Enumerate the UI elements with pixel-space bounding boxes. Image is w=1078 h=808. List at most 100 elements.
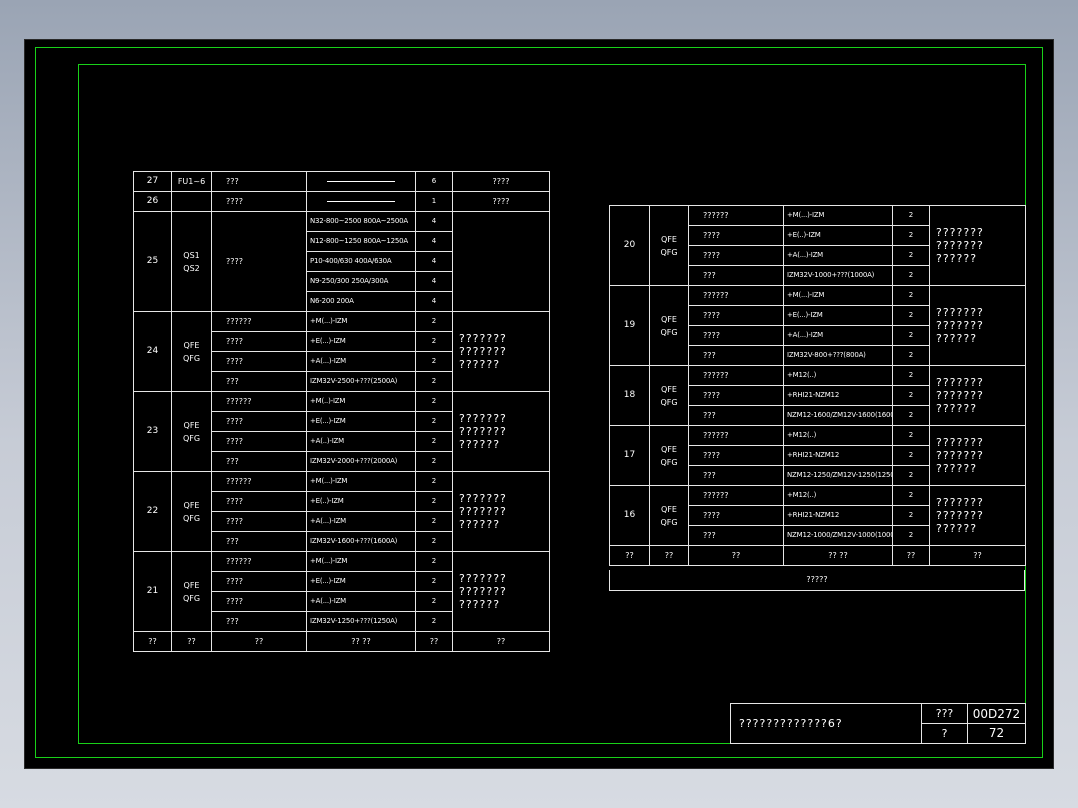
item-code: QFE bbox=[183, 420, 200, 430]
item-name: ???? bbox=[688, 385, 784, 406]
item-model: +E(..)-IZM bbox=[783, 225, 893, 246]
item-quantity: 2 bbox=[415, 331, 453, 352]
item-code bbox=[171, 191, 212, 212]
item-name: ???? bbox=[688, 445, 784, 466]
item-quantity: 4 bbox=[415, 271, 453, 292]
item-model: +A(...)-IZM bbox=[783, 325, 893, 346]
item-note: ???????????????????? bbox=[452, 391, 550, 472]
table-row: 22 QFE QFG?????? +M(...)-IZM 2??????????????… bbox=[133, 471, 550, 552]
item-codes: QFE QFG bbox=[171, 391, 212, 472]
item-name: ???? bbox=[211, 191, 307, 212]
item-code: QFG bbox=[182, 433, 201, 443]
item-name: ??? bbox=[688, 525, 784, 546]
item-code: FU1~6 bbox=[171, 171, 212, 192]
item-code: QFE bbox=[661, 384, 677, 394]
item-quantity: 4 bbox=[415, 211, 453, 232]
column-header: ?? bbox=[609, 545, 650, 566]
column-header: ?? bbox=[688, 545, 784, 566]
item-model bbox=[306, 191, 416, 212]
note-line: ??????? bbox=[936, 376, 984, 389]
item-quantity: 2 bbox=[892, 285, 930, 306]
note-line: ??????? bbox=[936, 226, 984, 239]
parts-table-right: 20 QFE QFG?????? +M(...)-IZM 2??????????????… bbox=[609, 205, 1026, 566]
note-line: ??????? bbox=[936, 509, 984, 522]
item-note: ???? bbox=[452, 191, 550, 212]
item-model: +M(...)-IZM bbox=[783, 285, 893, 306]
parts-table-left: 27 FU1~6??? 6???? 26???? 1???? 25 QS1 QS2???? N3… bbox=[133, 171, 550, 652]
item-code: QFG bbox=[660, 517, 678, 527]
table-header-row: ???????? ?????? bbox=[133, 631, 550, 652]
note-line: ?????? bbox=[936, 462, 978, 475]
item-codes: QFE QFG bbox=[649, 365, 689, 426]
item-code: QFE bbox=[661, 504, 677, 514]
item-name: ???? bbox=[688, 325, 784, 346]
item-number: 20 bbox=[609, 205, 650, 286]
item-name: ?????? bbox=[688, 425, 784, 446]
note-line: ??????? bbox=[459, 572, 507, 585]
item-quantity: 4 bbox=[415, 251, 453, 272]
item-number: 25 bbox=[133, 211, 172, 312]
item-number: 22 bbox=[133, 471, 172, 552]
item-quantity: 4 bbox=[415, 231, 453, 252]
item-number: 17 bbox=[609, 425, 650, 486]
item-code: QFE bbox=[183, 580, 200, 590]
drawing-canvas: 27 FU1~6??? 6???? 26???? 1???? 25 QS1 QS2???? N3… bbox=[25, 40, 1053, 768]
item-name: ??? bbox=[688, 265, 784, 286]
item-model: +A(..)-IZM bbox=[306, 431, 416, 452]
item-model: NZM12-1250/ZM12V-1250(1250A) bbox=[783, 465, 893, 486]
item-model: +E(...)-IZM bbox=[306, 411, 416, 432]
title-block: ?????????????6? ??? 00D272 ? 72 bbox=[730, 703, 1026, 744]
item-quantity: 2 bbox=[415, 351, 453, 372]
item-note: ???????????????????? bbox=[929, 485, 1026, 546]
item-name: ?????? bbox=[688, 365, 784, 386]
item-quantity: 2 bbox=[892, 305, 930, 326]
item-model: N9-250/300 250A/300A bbox=[306, 271, 416, 292]
item-model: +RHI21-NZM12 bbox=[783, 385, 893, 406]
item-quantity: 2 bbox=[892, 405, 930, 426]
note-line: ??????? bbox=[459, 425, 507, 438]
note-line: ??????? bbox=[936, 389, 984, 402]
item-quantity: 1 bbox=[415, 191, 453, 212]
note-line: ??????? bbox=[936, 496, 984, 509]
table-header-row: ???????? ?????? bbox=[609, 545, 1026, 566]
item-quantity: 2 bbox=[892, 225, 930, 246]
item-name: ??? bbox=[211, 371, 307, 392]
column-header: ?? bbox=[211, 631, 307, 652]
note-line: ??????? bbox=[459, 412, 507, 425]
item-model: +M12(..) bbox=[783, 485, 893, 506]
item-name: ??? bbox=[211, 451, 307, 472]
item-code: QS1 bbox=[183, 250, 200, 260]
item-note: ???????????????????? bbox=[452, 311, 550, 392]
item-name: ?????? bbox=[688, 485, 784, 506]
drawing-number: 00D272 bbox=[967, 704, 1025, 724]
item-model: +A(...)-IZM bbox=[783, 245, 893, 266]
item-name: ???? bbox=[211, 411, 307, 432]
note-line: ?????? bbox=[459, 438, 501, 451]
item-number: 24 bbox=[133, 311, 172, 392]
table-row: 19 QFE QFG?????? +M(...)-IZM 2??????????????… bbox=[609, 285, 1026, 366]
item-quantity: 2 bbox=[415, 491, 453, 512]
item-code: QFG bbox=[182, 353, 201, 363]
item-model: NZM12-1000/ZM12V-1000(1000A) bbox=[783, 525, 893, 546]
item-quantity: 2 bbox=[892, 265, 930, 286]
item-name: ?????? bbox=[211, 471, 307, 492]
item-model: IZM32V-1000+???(1000A) bbox=[783, 265, 893, 286]
item-model: +M12(..) bbox=[783, 365, 893, 386]
item-name: ?????? bbox=[211, 311, 307, 332]
item-number: 18 bbox=[609, 365, 650, 426]
column-header: ?? bbox=[649, 545, 689, 566]
item-model: +A(...)-IZM bbox=[306, 511, 416, 532]
note-line: ??????? bbox=[936, 449, 984, 462]
item-note: ???????????????????? bbox=[452, 551, 550, 632]
column-header: ?? ?? bbox=[783, 545, 893, 566]
item-name: ??? bbox=[211, 531, 307, 552]
item-name: ?????? bbox=[688, 285, 784, 306]
table-row: 17 QFE QFG?????? +M12(..) 2?????????????????… bbox=[609, 425, 1026, 486]
item-codes: QFE QFG bbox=[171, 471, 212, 552]
item-name: ???? bbox=[688, 225, 784, 246]
model-dash-line bbox=[327, 181, 395, 182]
column-header: ?? bbox=[929, 545, 1026, 566]
item-name: ???? bbox=[688, 505, 784, 526]
item-model: P10-400/630 400A/630A bbox=[306, 251, 416, 272]
item-name: ???? bbox=[211, 591, 307, 612]
